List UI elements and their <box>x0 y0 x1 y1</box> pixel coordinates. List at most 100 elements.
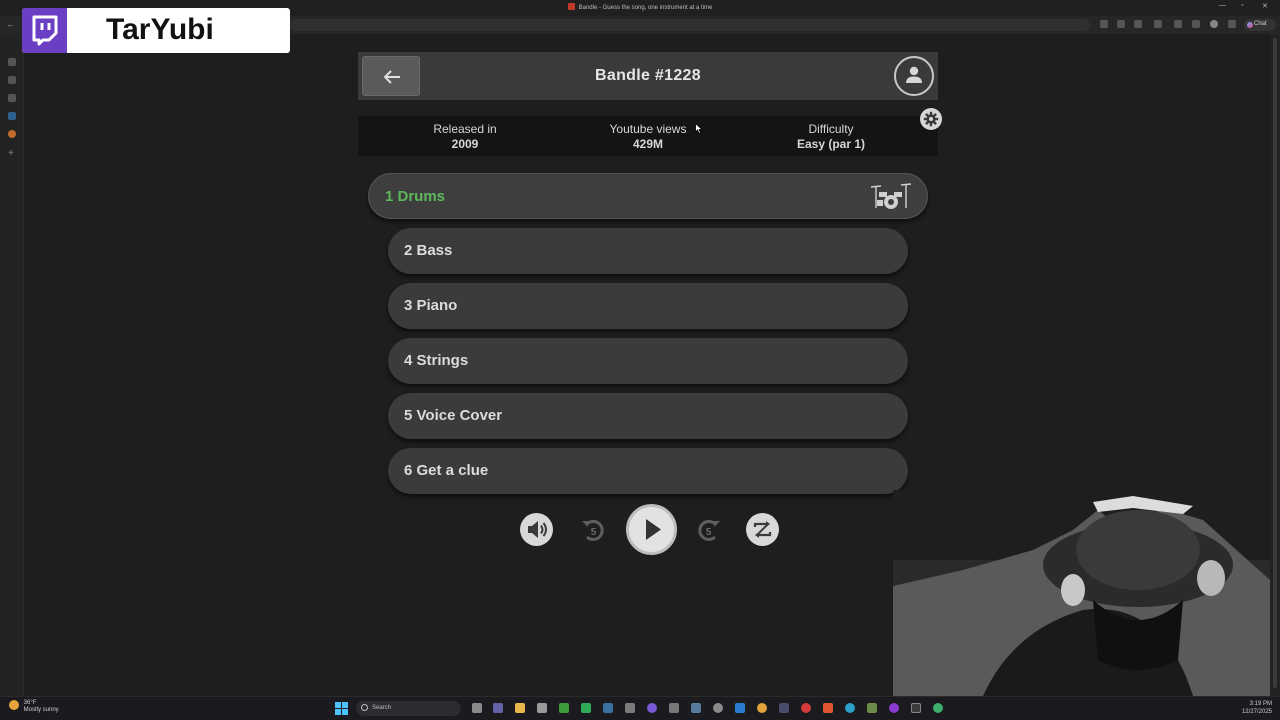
app-purple-icon[interactable] <box>647 703 657 713</box>
track-label: 4 Strings <box>404 352 469 369</box>
search-icon <box>361 704 368 711</box>
app-icon-13[interactable] <box>735 703 745 713</box>
rewind-seconds: 5 <box>590 527 597 538</box>
x-app-icon[interactable] <box>911 703 921 713</box>
clock-date: 12/27/2025 <box>1241 709 1272 715</box>
windows-start-icon[interactable] <box>335 702 348 715</box>
maximize-icon[interactable]: ▫ <box>1241 2 1243 9</box>
app-icon-22[interactable] <box>933 703 943 713</box>
browser-back-icon[interactable]: ← <box>6 19 15 29</box>
system-clock[interactable]: 3:19 PM 12/27/2025 <box>1232 700 1272 716</box>
sidebar-apps-icon[interactable] <box>8 76 16 84</box>
store-icon[interactable] <box>537 703 547 713</box>
sidebar-tab-icon[interactable] <box>8 58 16 66</box>
app-icon-15[interactable] <box>779 703 789 713</box>
bookmark-icon[interactable] <box>1134 20 1142 28</box>
track-label: 1 Drums <box>385 188 446 205</box>
screen: Bandle - Guess the song, one instrument … <box>0 0 1280 720</box>
track-piano[interactable]: 3 Piano <box>388 283 908 329</box>
app-icon-12[interactable] <box>713 703 723 713</box>
twitch-icon <box>22 8 67 53</box>
opera-icon[interactable] <box>801 703 811 713</box>
copilot-icon <box>1247 22 1253 28</box>
track-label: 3 Piano <box>404 297 458 314</box>
xbox-icon[interactable] <box>559 703 569 713</box>
song-info-bar: Released in 2009 Youtube views 429M Diff… <box>358 116 938 156</box>
rewind-5-button[interactable]: 5 <box>577 513 610 546</box>
user-icon <box>906 66 922 83</box>
play-button[interactable] <box>626 504 677 555</box>
difficulty-info: Difficulty Easy (par 1) <box>741 122 921 152</box>
speaker-icon <box>528 521 547 538</box>
edge-icon[interactable] <box>845 703 855 713</box>
bandle-favicon <box>567 3 575 10</box>
track-voice-cover[interactable]: 5 Voice Cover <box>388 393 908 439</box>
streamer-badge: TarYubi <box>22 8 290 53</box>
track-label: 6 Get a clue <box>404 462 489 479</box>
webcam-overlay <box>893 490 1270 696</box>
track-drums[interactable]: 1 Drums <box>368 173 928 219</box>
sidebar-diamond-icon[interactable] <box>8 94 16 102</box>
clock-time: 3:19 PM <box>1249 701 1272 707</box>
track-get-a-clue[interactable]: 6 Get a clue <box>388 448 908 494</box>
sidebar-orange-icon[interactable] <box>8 130 16 138</box>
released-value: 2009 <box>451 137 479 151</box>
views-info: Youtube views 429M <box>558 122 738 152</box>
app-icon-10[interactable] <box>669 703 679 713</box>
app-icon-20[interactable] <box>889 703 899 713</box>
app-icon-19[interactable] <box>867 703 877 713</box>
forward-5-button[interactable]: 5 <box>692 513 725 546</box>
favorites-icon[interactable] <box>1192 20 1200 28</box>
track-label: 2 Bass <box>404 242 453 259</box>
release-info: Released in 2009 <box>375 122 555 152</box>
scrollbar[interactable] <box>1270 34 1280 696</box>
sun-icon <box>9 700 19 710</box>
chrome-icon[interactable] <box>757 703 767 713</box>
difficulty-label: Difficulty <box>808 122 854 136</box>
scrollbar-thumb[interactable] <box>1273 38 1277 688</box>
app-green-icon[interactable] <box>581 703 591 713</box>
track-strings[interactable]: 4 Strings <box>388 338 908 384</box>
sidebar-add-icon[interactable]: + <box>8 149 16 159</box>
profile-avatar-icon[interactable] <box>1210 20 1218 28</box>
repeat-button[interactable] <box>746 513 779 546</box>
zoom-icon[interactable] <box>1117 20 1125 28</box>
split-icon[interactable] <box>1174 20 1182 28</box>
minimize-icon[interactable]: — <box>1219 2 1226 9</box>
released-label: Released in <box>433 122 497 136</box>
extensions-icon[interactable] <box>1154 20 1162 28</box>
profile-button[interactable] <box>894 56 934 96</box>
steam-icon[interactable] <box>603 703 613 713</box>
brave-icon[interactable] <box>823 703 833 713</box>
settings-button[interactable] <box>920 108 942 130</box>
close-icon[interactable]: ✕ <box>1262 2 1268 10</box>
streamer-webcam-image <box>893 490 1270 696</box>
reader-icon[interactable] <box>1100 20 1108 28</box>
gear-icon <box>923 111 939 127</box>
repeat-icon <box>753 521 772 538</box>
chat-button[interactable]: Chat <box>1244 19 1276 31</box>
menu-icon[interactable] <box>1228 20 1236 28</box>
app-icon-11[interactable] <box>691 703 701 713</box>
file-explorer-icon[interactable] <box>515 703 525 713</box>
track-label: 5 Voice Cover <box>404 407 503 424</box>
game-header: Bandle #1228 <box>358 52 938 100</box>
volume-button[interactable] <box>520 513 553 546</box>
views-value: 429M <box>632 137 664 151</box>
app-grey-icon[interactable] <box>625 703 635 713</box>
forward-seconds: 5 <box>705 527 712 538</box>
teams-icon[interactable] <box>493 703 503 713</box>
task-view-icon[interactable] <box>472 703 482 713</box>
temperature: 36°F <box>23 700 37 706</box>
difficulty-value: Easy (par 1) <box>796 137 866 151</box>
page-title: Bandle #1228 <box>595 67 701 84</box>
sidebar-blue-icon[interactable] <box>8 112 16 120</box>
taskbar-search[interactable]: Search <box>356 701 461 716</box>
streamer-name: TarYubi <box>106 13 214 46</box>
weather-widget[interactable]: 36°F Mostly sunny <box>9 700 59 714</box>
taskbar: 36°F Mostly sunny Search 3:19 PM 12/27/2… <box>0 696 1280 720</box>
mouse-cursor-icon <box>695 123 703 134</box>
weather-condition: Mostly sunny <box>23 707 59 713</box>
track-bass[interactable]: 2 Bass <box>388 228 908 274</box>
address-bar[interactable] <box>290 19 1090 31</box>
